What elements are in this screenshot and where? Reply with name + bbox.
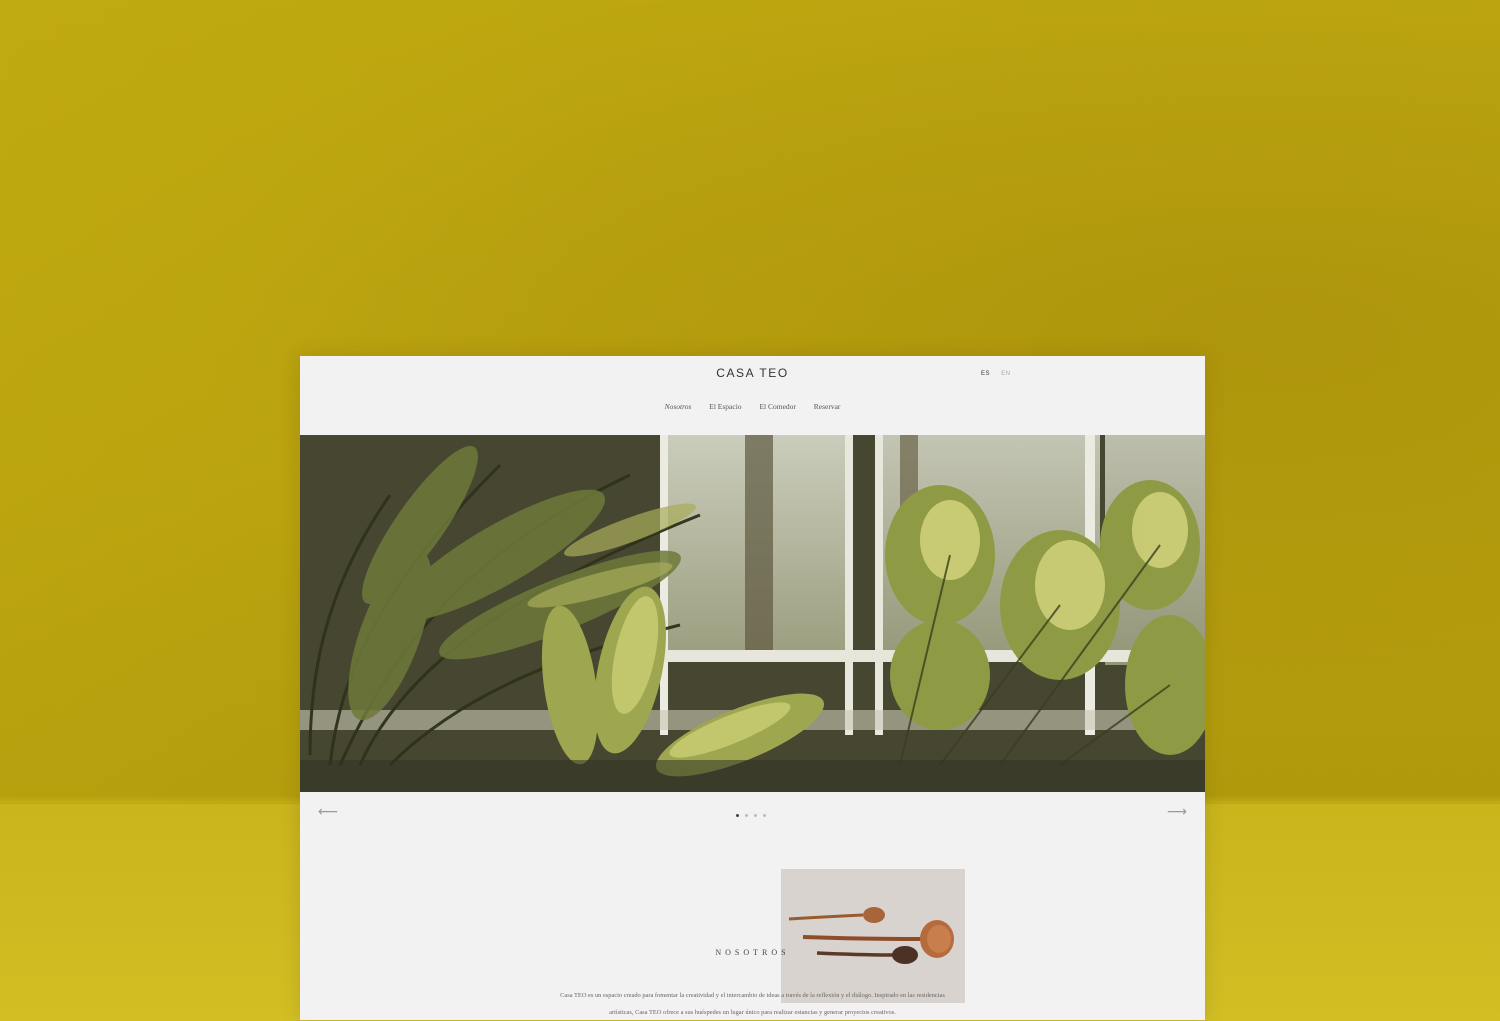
wooden-spoons-image xyxy=(781,869,965,1003)
lang-es[interactable]: ES xyxy=(981,371,990,377)
slider-dot-3[interactable] xyxy=(754,814,757,817)
nav-item-reservar[interactable]: Reservar xyxy=(814,402,841,411)
main-nav: Nosotros El Espacio El Comedor Reservar xyxy=(300,402,1205,411)
section-title: NOSOTROS xyxy=(715,948,790,957)
slider-dot-4[interactable] xyxy=(763,814,766,817)
nav-item-el-espacio[interactable]: El Espacio xyxy=(709,402,741,411)
plants-window-photo xyxy=(300,435,1205,792)
lang-en[interactable]: EN xyxy=(1001,371,1010,377)
slider-dots xyxy=(736,804,772,822)
arrow-left-icon[interactable]: ⟵ xyxy=(318,804,338,820)
slider-dot-1[interactable] xyxy=(736,814,739,817)
about-paragraph: Casa TEO es un espacio creado para fomen… xyxy=(560,992,945,1016)
language-switcher: ES EN xyxy=(981,371,1020,377)
nav-item-el-comedor[interactable]: El Comedor xyxy=(759,402,795,411)
arrow-right-icon[interactable]: ⟶ xyxy=(1167,804,1187,820)
nav-item-nosotros[interactable]: Nosotros xyxy=(665,402,692,411)
spoons-photo xyxy=(788,907,954,964)
slider-dot-2[interactable] xyxy=(745,814,748,817)
hero-slide-image xyxy=(300,435,1205,792)
website-mockup: CASA TEO ES EN Nosotros El Espacio El Co… xyxy=(300,356,1205,1020)
site-logo[interactable]: CASA TEO xyxy=(300,366,1205,380)
